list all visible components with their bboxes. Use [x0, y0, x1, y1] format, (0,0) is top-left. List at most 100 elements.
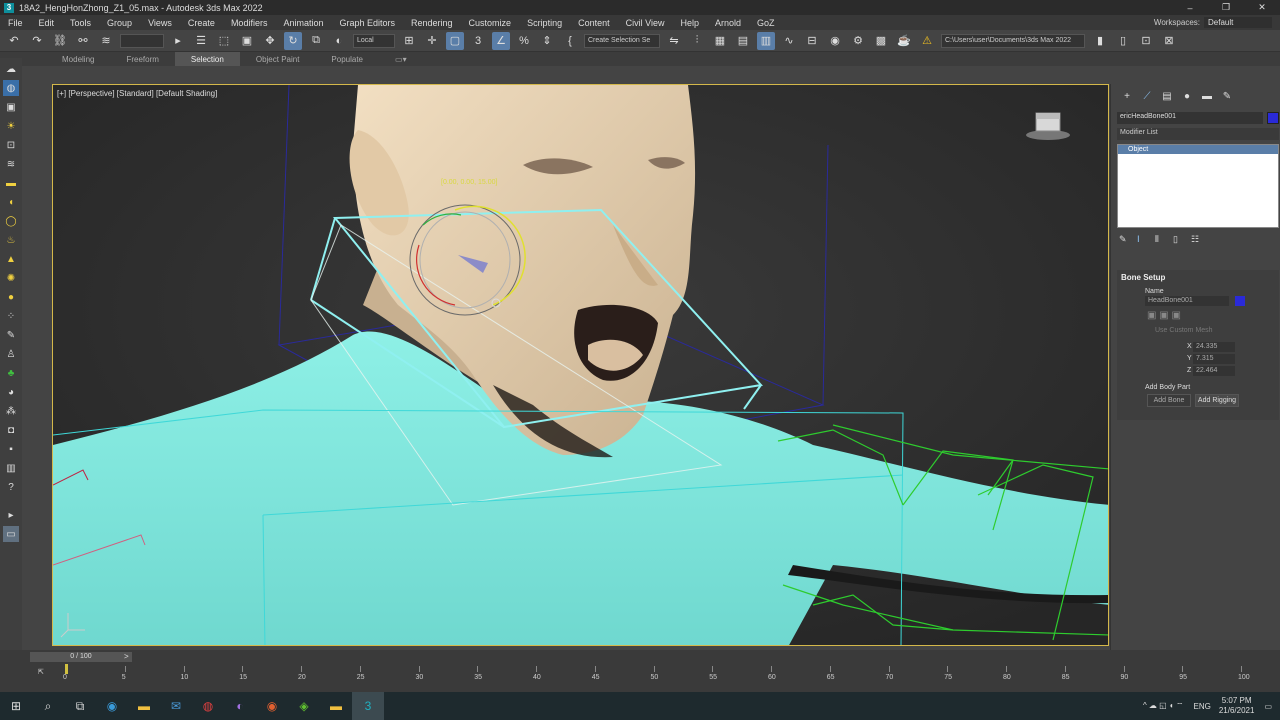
tab-selection[interactable]: Selection [174, 52, 240, 66]
create-icon[interactable]: ☁ [3, 61, 19, 77]
unlink-icon[interactable]: ⚯ [74, 32, 92, 50]
z-spinner[interactable]: 22.464 [1193, 366, 1235, 376]
menu-graph-editors[interactable]: Graph Editors [331, 18, 403, 28]
object-name-field[interactable]: ericHeadBone001 [1117, 112, 1263, 124]
language-indicator[interactable]: ENG [1194, 702, 1211, 711]
angle-snap-icon[interactable]: ∠ [492, 31, 510, 50]
3dsmax-taskbar-icon[interactable]: 3 [352, 692, 384, 720]
folder-icon[interactable]: ▬ [320, 692, 352, 720]
configure-modifier-sets-icon[interactable]: ☷ [1191, 234, 1209, 245]
particles-icon[interactable]: ⁘ [3, 308, 19, 324]
search-icon[interactable]: ⌕ [32, 692, 64, 720]
menu-animation[interactable]: Animation [275, 18, 331, 28]
cone-icon[interactable]: ▲ [3, 251, 19, 267]
snaps-toggle-icon[interactable]: 3 [469, 32, 487, 50]
help-icon[interactable]: ? [3, 479, 19, 495]
render-setup-icon[interactable]: ⚙ [849, 32, 867, 50]
modifier-list-dropdown[interactable]: Modifier List [1117, 128, 1279, 140]
select-by-name-icon[interactable]: ☰ [192, 32, 210, 50]
menu-modifiers[interactable]: Modifiers [223, 18, 276, 28]
viewcube[interactable] [1024, 111, 1072, 141]
bind-space-warp-icon[interactable]: ≋ [97, 32, 115, 50]
edit-named-selection-icon[interactable]: { [561, 32, 579, 50]
pivot-center-icon[interactable]: ⊞ [400, 32, 418, 50]
spinner-snap-icon[interactable]: ⇕ [538, 32, 556, 50]
utilities-tab-icon[interactable]: ✎ [1217, 91, 1237, 102]
menu-create[interactable]: Create [180, 18, 223, 28]
toggle-layer-explorer-icon[interactable]: ▤ [734, 32, 752, 50]
redo-icon[interactable]: ↷ [28, 32, 46, 50]
hierarchy-tab-icon[interactable]: ▤ [1157, 91, 1177, 102]
tab-populate[interactable]: Populate [315, 52, 379, 66]
mail-icon[interactable]: ✉ [160, 692, 192, 720]
tab-modeling[interactable]: Modeling [46, 52, 110, 66]
add-bone-button[interactable]: Add Bone [1147, 394, 1191, 407]
bone-name-field[interactable]: HeadBone001 [1145, 296, 1229, 306]
hierarchy-icon[interactable]: ▣ [3, 99, 19, 115]
workspace-dropdown[interactable]: Default [1204, 17, 1272, 28]
menu-civil-view[interactable]: Civil View [618, 18, 673, 28]
minimize-button[interactable]: – [1172, 0, 1208, 15]
app-purple-icon[interactable]: ◐ [224, 692, 256, 720]
scene-states-icon[interactable]: ▥ [3, 460, 19, 476]
select-object-icon[interactable]: ▸ [169, 32, 187, 50]
rendered-frame-window-icon[interactable]: ▩ [872, 32, 890, 50]
rotate-icon[interactable]: ↻ [284, 31, 302, 50]
open-project-icon[interactable]: ⊡ [1137, 32, 1155, 50]
menu-views[interactable]: Views [140, 18, 180, 28]
align-icon[interactable]: ⫶ [688, 32, 706, 50]
object-color-swatch[interactable] [1267, 112, 1279, 124]
next-frame-icon[interactable]: > [124, 652, 129, 661]
menu-content[interactable]: Content [570, 18, 618, 28]
tab-object-paint[interactable]: Object Paint [240, 52, 316, 66]
sun-icon[interactable]: ✺ [3, 270, 19, 286]
mini-curve-editor-icon[interactable]: ⇱ [38, 668, 44, 676]
camera-icon[interactable]: ◘ [3, 422, 19, 438]
viewport-layout-icon[interactable]: ▭ [3, 526, 19, 542]
windows-start-icon[interactable]: ⊞ [0, 692, 32, 720]
mirror-icon[interactable]: ⇋ [665, 32, 683, 50]
menu-scripting[interactable]: Scripting [519, 18, 570, 28]
export-icon[interactable]: ⊠ [1160, 32, 1178, 50]
rect-selection-icon[interactable]: ⬚ [215, 32, 233, 50]
perspective-viewport[interactable]: [+] [Perspective] [Standard] [Default Sh… [52, 84, 1109, 646]
stack-item-object[interactable]: Object [1118, 145, 1278, 154]
window-crossing-icon[interactable]: ▣ [238, 32, 256, 50]
menu-help[interactable]: Help [672, 18, 707, 28]
undo-icon[interactable]: ↶ [5, 32, 23, 50]
link-icon[interactable]: ⛓ [51, 32, 69, 50]
create-tab-icon[interactable]: + [1117, 91, 1137, 102]
toggle-ribbon-icon[interactable]: ▥ [757, 31, 775, 50]
tray-icons[interactable]: ^ ☁ ◱ ◖ ⌔ [1143, 701, 1184, 711]
named-selection-dropdown[interactable]: Create Selection Se [584, 33, 660, 48]
display-tab-icon[interactable]: ▬ [1197, 91, 1217, 102]
percent-snap-icon[interactable]: % [515, 32, 533, 50]
use-custom-mesh-checkbox[interactable]: Use Custom Mesh [1155, 327, 1213, 334]
render-production-icon[interactable]: ☕ [895, 32, 913, 50]
sphere-icon[interactable]: ◖ [3, 194, 19, 210]
reference-coord-dropdown[interactable]: Local [353, 33, 395, 48]
toggle-scene-explorer-icon[interactable]: ▦ [711, 32, 729, 50]
bone-setup-title[interactable]: Bone Setup [1117, 270, 1279, 285]
track-bar[interactable]: ⇱ 0 5 10 15 20 25 30 35 40 45 50 55 60 65 70 75 80 85 90 95… [0, 664, 1280, 686]
motion-tab-icon[interactable]: ● [1177, 91, 1197, 102]
globe-icon[interactable]: ◕ [3, 384, 19, 400]
make-unique-icon[interactable]: ⫴ [1155, 234, 1173, 245]
move-icon[interactable]: ✥ [261, 32, 279, 50]
menu-goz[interactable]: GoZ [749, 18, 783, 28]
close-button[interactable]: ✕ [1244, 0, 1280, 15]
menu-file[interactable]: File [0, 18, 31, 28]
project-folder-icon[interactable]: ▮ [1091, 32, 1109, 50]
scale-icon[interactable]: ⧉ [307, 32, 325, 50]
y-spinner[interactable]: 7.315 [1193, 354, 1235, 364]
warning-icon[interactable]: ⚠ [918, 32, 936, 50]
paint-icon[interactable]: ✎ [3, 327, 19, 343]
project-path-dropdown[interactable]: C:\Users\user\Documents\3ds Max 2022 [941, 33, 1085, 48]
ribbon-options-icon[interactable]: ▭▾ [379, 52, 423, 66]
viewport-label[interactable]: [+] [Perspective] [Standard] [Default Sh… [57, 89, 217, 98]
spacewarp-icon[interactable]: ≋ [3, 156, 19, 172]
curve-editor-icon[interactable]: ∿ [780, 32, 798, 50]
viewcube-icon[interactable] [1024, 111, 1072, 141]
chrome-icon[interactable]: ◍ [192, 692, 224, 720]
time-slider[interactable]: 0 / 100 [30, 652, 132, 662]
